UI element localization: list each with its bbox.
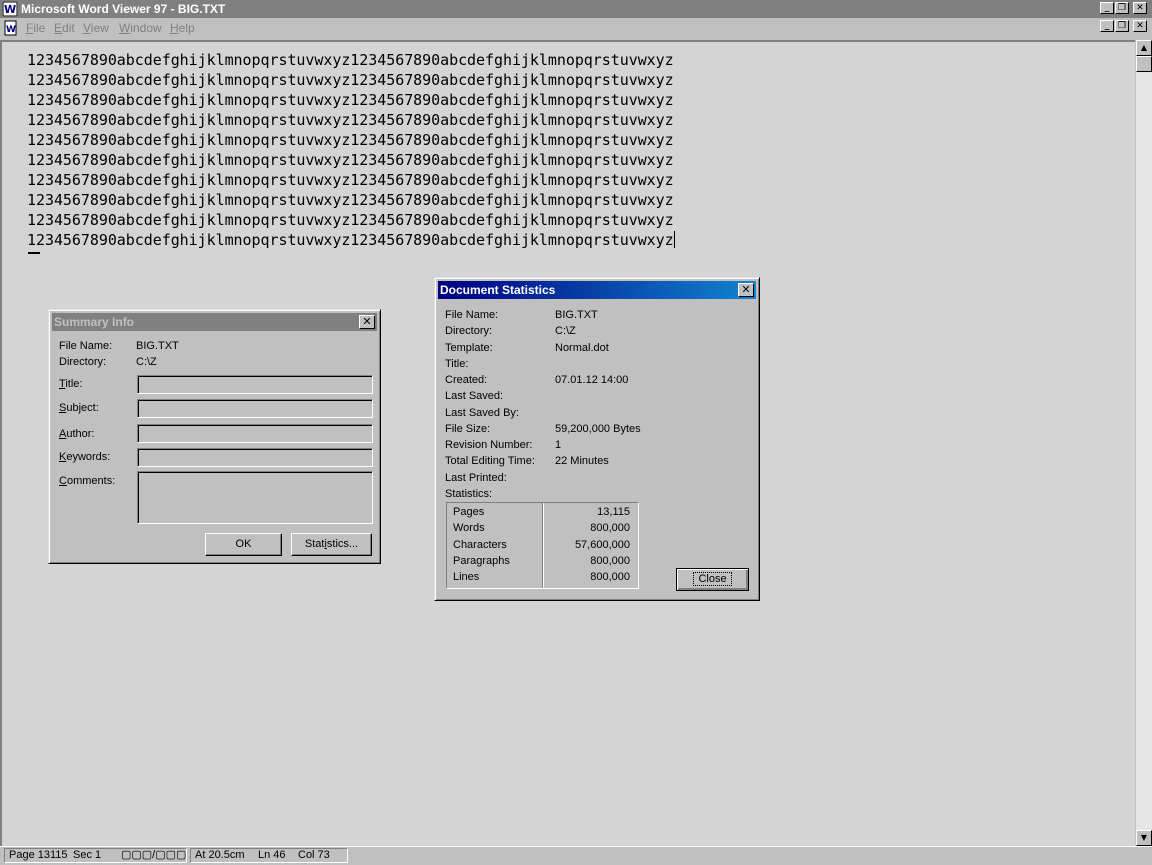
document-statistics-dialog: Document Statistics ✕ File Name: BIG.TXT… — [434, 277, 760, 601]
status-section: Sec 1 — [73, 849, 102, 861]
status-page-of: ▢▢▢/▢▢▢ — [121, 849, 187, 861]
comments-field-label: Comments: — [59, 475, 116, 487]
text-line: 1234567890abcdefghijklmnopqrstuvwxyz1234… — [27, 171, 674, 189]
statistics-row: Lines 800,000 — [453, 571, 630, 583]
menu-window[interactable]: Window — [119, 21, 162, 35]
status-bar: Page 13115 Sec 1 ▢▢▢/▢▢▢ At 20.5cm Ln 46… — [0, 846, 1152, 865]
text-line: 1234567890abcdefghijklmnopqrstuvwxyz1234… — [27, 111, 674, 129]
file-name-label: File Name: — [59, 340, 113, 352]
statistics-row: Paragraphs 800,000 — [453, 555, 630, 567]
text-line: 1234567890abcdefghijklmnopqrstuvwxyz1234… — [27, 231, 674, 249]
stat-label: File Name: — [445, 309, 499, 321]
doc-minimize-icon[interactable]: _ — [1100, 20, 1114, 32]
title-field-label: Title: — [59, 378, 83, 390]
text-line: 1234567890abcdefghijklmnopqrstuvwxyz1234… — [27, 131, 674, 149]
text-line: 1234567890abcdefghijklmnopqrstuvwxyz1234… — [27, 191, 674, 209]
status-at: At 20.5cm — [195, 849, 245, 861]
keywords-field-label: Keywords: — [59, 451, 111, 463]
menu-bar: W File Edit View Window Help _ ❐ ✕ — [0, 18, 1152, 38]
status-position-panel: At 20.5cm Ln 46 Col 73 — [190, 848, 348, 863]
scroll-up-icon[interactable]: ▲ — [1136, 40, 1152, 56]
summary-info-title: Summary Info — [54, 315, 135, 329]
svg-text:W: W — [6, 25, 16, 35]
summary-info-dialog: Summary Info ✕ File Name: BIG.TXT Direct… — [48, 309, 381, 564]
statistics-button[interactable]: Statistics... — [291, 533, 372, 556]
menu-edit[interactable]: Edit — [54, 21, 75, 35]
minimize-icon[interactable]: _ — [1100, 2, 1114, 14]
stat-label: Revision Number: — [445, 439, 533, 451]
doc-restore-icon[interactable]: ❐ — [1115, 20, 1129, 32]
stat-value: 1 — [555, 439, 562, 451]
stat-value: C:\Z — [555, 325, 576, 337]
doc-stats-titlebar[interactable]: Document Statistics ✕ — [438, 281, 756, 299]
menu-view[interactable]: View — [83, 21, 109, 35]
statistics-row: Words 800,000 — [453, 522, 630, 534]
statistics-row: Pages 13,115 — [453, 506, 630, 518]
text-line: 1234567890abcdefghijklmnopqrstuvwxyz1234… — [27, 51, 674, 69]
statistics-row: Characters 57,600,000 — [453, 539, 630, 551]
menu-help[interactable]: Help — [170, 21, 195, 35]
stat-value: 59,200,000 Bytes — [555, 423, 641, 435]
stat-label: Last Printed: — [445, 472, 507, 484]
title-bar[interactable]: W Microsoft Word Viewer 97 - BIG.TXT _ ❐… — [0, 0, 1152, 18]
text-caret — [673, 231, 675, 248]
stat-label: Directory: — [445, 325, 493, 337]
text-line: 1234567890abcdefghijklmnopqrstuvwxyz1234… — [27, 91, 674, 109]
stat-label: File Size: — [445, 423, 491, 435]
stat-label: Last Saved By: — [445, 407, 519, 419]
end-of-document-mark — [28, 252, 40, 254]
document-icon[interactable]: W — [3, 20, 19, 36]
doc-stats-title: Document Statistics — [440, 283, 556, 297]
document-text[interactable]: 1234567890abcdefghijklmnopqrstuvwxyz1234… — [27, 50, 675, 250]
close-icon[interactable]: ✕ — [1133, 2, 1147, 14]
stat-label: Created: — [445, 374, 488, 386]
stat-label: Statistics: — [445, 488, 493, 500]
status-page-panel: Page 13115 Sec 1 ▢▢▢/▢▢▢ — [4, 848, 187, 863]
restore-icon[interactable]: ❐ — [1115, 2, 1129, 14]
stat-label: Title: — [445, 358, 469, 370]
author-field-label: Author: — [59, 428, 95, 440]
summary-info-titlebar[interactable]: Summary Info ✕ — [52, 313, 377, 331]
ok-button[interactable]: OK — [205, 533, 282, 556]
author-input[interactable] — [137, 424, 373, 443]
status-page: Page 13115 — [9, 849, 68, 861]
text-line: 1234567890abcdefghijklmnopqrstuvwxyz1234… — [27, 151, 674, 169]
doc-stats-close-icon[interactable]: ✕ — [738, 283, 754, 297]
keywords-input[interactable] — [137, 448, 373, 467]
stat-value: BIG.TXT — [555, 309, 598, 321]
status-column: Col 73 — [298, 849, 330, 861]
stat-label: Template: — [445, 342, 493, 354]
file-name-value: BIG.TXT — [136, 340, 179, 352]
directory-value: C:\Z — [136, 356, 157, 368]
directory-label: Directory: — [59, 356, 107, 368]
stat-label: Last Saved: — [445, 390, 504, 402]
text-line: 1234567890abcdefghijklmnopqrstuvwxyz1234… — [27, 211, 674, 229]
status-line: Ln 46 — [258, 849, 286, 861]
stat-label: Total Editing Time: — [445, 455, 535, 467]
doc-close-icon[interactable]: ✕ — [1133, 20, 1147, 32]
statistics-table: Pages 13,115 Words 800,000 Characters 57,60… — [446, 502, 639, 589]
subject-field-label: Subject: — [59, 402, 99, 414]
title-input[interactable] — [137, 375, 373, 394]
stat-value: 22 Minutes — [555, 455, 609, 467]
scroll-thumb[interactable] — [1136, 56, 1152, 72]
text-line: 1234567890abcdefghijklmnopqrstuvwxyz1234… — [27, 71, 674, 89]
scroll-down-icon[interactable]: ▼ — [1136, 830, 1152, 846]
word-viewer-app-icon[interactable]: W — [2, 1, 18, 17]
stat-value: Normal.dot — [555, 342, 609, 354]
summary-close-icon[interactable]: ✕ — [359, 315, 375, 329]
subject-input[interactable] — [137, 399, 373, 418]
window-title: Microsoft Word Viewer 97 - BIG.TXT — [21, 2, 226, 16]
menu-file[interactable]: File — [26, 21, 45, 35]
vertical-scrollbar[interactable]: ▲ ▼ — [1136, 40, 1152, 846]
comments-textarea[interactable] — [137, 471, 373, 524]
close-button[interactable]: Close — [676, 568, 749, 591]
svg-text:W: W — [4, 3, 16, 16]
stat-value: 07.01.12 14:00 — [555, 374, 629, 386]
